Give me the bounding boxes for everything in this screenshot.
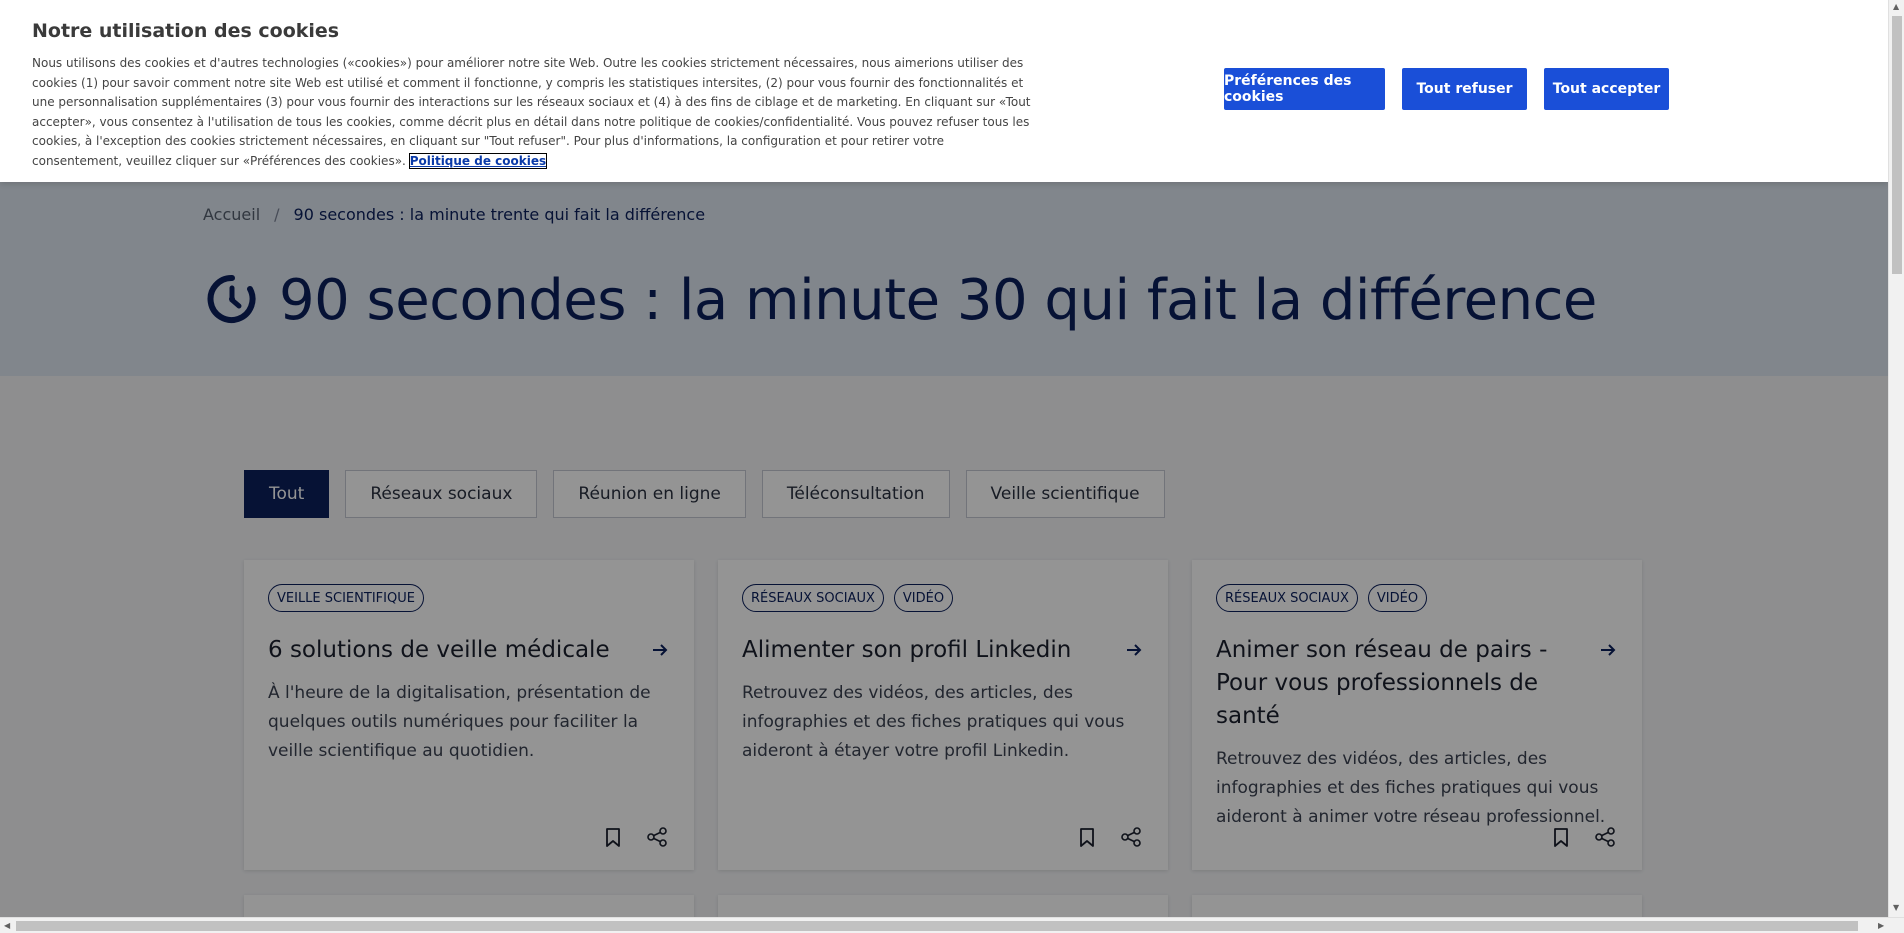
- cookie-banner-title: Notre utilisation des cookies: [32, 20, 340, 42]
- scroll-down-icon[interactable]: ▼: [1893, 903, 1899, 912]
- cookie-banner-description: Nous utilisons des cookies et d'autres t…: [32, 56, 1031, 168]
- reject-all-button[interactable]: Tout refuser: [1402, 68, 1527, 110]
- scroll-left-icon[interactable]: ◀: [4, 921, 10, 930]
- cookie-banner-text: Nous utilisons des cookies et d'autres t…: [32, 54, 1032, 172]
- cookie-banner: Notre utilisation des cookies Nous utili…: [0, 0, 1888, 182]
- scroll-right-icon[interactable]: ▶: [1878, 921, 1884, 930]
- horizontal-scrollbar[interactable]: ◀ ▶: [0, 917, 1904, 933]
- page: Accueil / 90 secondes : la minute trente…: [0, 0, 1888, 917]
- cookie-buttons: Préférences des cookies Tout refuser Tou…: [1224, 68, 1669, 110]
- cookie-policy-link[interactable]: Politique de cookies: [408, 152, 548, 169]
- accept-all-button[interactable]: Tout accepter: [1544, 68, 1669, 110]
- scroll-up-icon[interactable]: ▲: [1893, 2, 1899, 11]
- horizontal-scroll-thumb[interactable]: [16, 921, 1858, 931]
- cookie-preferences-button[interactable]: Préférences des cookies: [1224, 68, 1385, 110]
- vertical-scrollbar[interactable]: ▲ ▼: [1888, 0, 1904, 917]
- vertical-scroll-thumb[interactable]: [1892, 16, 1902, 274]
